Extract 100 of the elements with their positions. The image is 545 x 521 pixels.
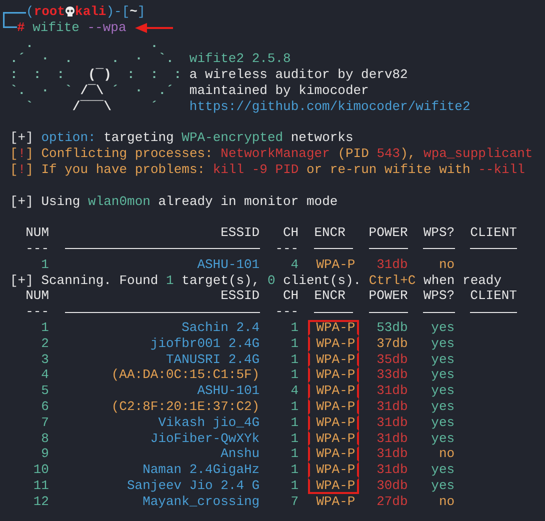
table-cell-text: 27db (376, 494, 408, 510)
log-text: ] Conflicting processes: (26, 146, 214, 162)
table-cell-text: (AA:DA:0C:15:C1:5F) (110, 367, 260, 384)
arrow-icon (135, 22, 174, 33)
ascii-art: ´ · .´ (111, 82, 174, 99)
column-header: ENCR (314, 225, 346, 241)
table-cell-text: yes (430, 383, 455, 399)
column-header: NUM (26, 225, 49, 241)
table-cell-text: Anshu (220, 446, 260, 462)
column-header: POWER (368, 288, 408, 304)
table-cell-text: WPA-P (315, 256, 356, 273)
table-cell-text: 1 (290, 336, 299, 352)
table-cell-text: yes (430, 320, 455, 336)
prompt-user: root (34, 4, 66, 20)
column-header: ESSID (220, 225, 260, 241)
table-cell-text: 31db (376, 398, 408, 415)
banner-text: maintained by kimocoder (189, 82, 369, 99)
ascii-art: ` (26, 98, 34, 115)
ascii-art: . (150, 36, 158, 52)
column-underline: --- (275, 304, 299, 320)
table-cell-text: WPA-P (315, 494, 356, 510)
ascii-art: .´ · . . · `. (10, 51, 174, 68)
table-cell: WPA-P (308, 398, 360, 415)
table-cell-text: 1 (290, 398, 299, 415)
ascii-art: /¯¯¯\ (72, 98, 112, 115)
table-cell-text: 53db (376, 320, 408, 336)
table-cell-text: TANUSRI 2.4G (164, 352, 260, 368)
column-header: CH (282, 225, 299, 241)
log-text: ! (18, 162, 26, 178)
log-text: when ready (422, 272, 502, 288)
log-text: ), (400, 146, 417, 162)
column-header: WPS? (423, 225, 455, 241)
table-cell: WPA-P (308, 367, 360, 384)
column-header: ENCR (314, 288, 346, 304)
log-text: [ (10, 162, 18, 178)
table-cell-text: 6 (40, 398, 49, 415)
table-cell-text: JioFiber-QwXYk (149, 430, 260, 446)
table-cell-text: 1 (290, 462, 299, 478)
table-cell-text: 31db (376, 462, 408, 478)
table-cell-text: 10 (32, 462, 49, 478)
ascii-art: : : : (10, 67, 65, 83)
log-text: client(s). (282, 272, 362, 288)
table-cell-text: 31db (376, 256, 408, 273)
column-header: CLIENT (470, 288, 517, 304)
table-cell-text: 4 (290, 256, 299, 273)
table-cell: WPA-P (308, 478, 360, 494)
table-cell: WPA-P (308, 352, 360, 368)
command-text: wifite (32, 20, 80, 36)
table-cell-text: yes (430, 336, 455, 352)
table-cell: WPA-P (308, 320, 360, 336)
table-cell-text: 7 (290, 494, 299, 510)
column-underline: --- (275, 240, 299, 257)
prompt-directory: ~ (130, 4, 138, 20)
log-text: --kill (478, 162, 525, 178)
table-cell-text: ASHU-101 (196, 256, 260, 273)
log-text: WPA-encrypted (182, 130, 284, 146)
column-header: ESSID (220, 288, 260, 304)
table-cell-text: 9 (40, 446, 49, 462)
column-header: NUM (26, 288, 49, 304)
table-cell-text: ASHU-101 (196, 383, 260, 399)
prompt-bracket: )-[ (106, 4, 130, 20)
table-cell-text: 33db (376, 367, 408, 384)
table-cell-text: 31db (376, 414, 408, 431)
table-cell-text: (C2:8F:20:1E:37:C2) (110, 398, 260, 415)
log-text: networks (290, 130, 354, 146)
banner-text: https://github.com/kimocoder/wifite2 (189, 98, 470, 115)
command-option: --wpa (87, 20, 126, 36)
ascii-art: `. · ` (10, 82, 72, 99)
table-cell-text: 1 (290, 367, 299, 384)
log-text: or re-run wifite with (305, 162, 472, 178)
table-cell-text: yes (430, 414, 455, 431)
table-cell-text: 30db (376, 478, 408, 494)
banner-text: a wireless auditor by derv82 (189, 67, 408, 83)
table-cell-text: 1 (290, 430, 299, 446)
table-cell-text: Sachin 2.4 (180, 320, 260, 336)
log-text: [+] Scanning. Found (10, 272, 160, 288)
table-cell-text: 35db (376, 352, 408, 368)
table-cell-text: no (438, 494, 455, 510)
table-cell-text: Sanjeev Jio 2.4 G (126, 478, 260, 494)
prompt-symbol: # (17, 20, 25, 36)
table-cell-text: 11 (32, 478, 49, 494)
column-header: CH (282, 288, 299, 304)
table-cell-text: no (438, 256, 455, 273)
table-cell-text: 12 (32, 494, 49, 510)
log-text: ! (18, 146, 26, 162)
table-cell: WPA-P (308, 383, 360, 399)
table-cell-text: 1 (290, 352, 299, 368)
table-cell-text: yes (430, 352, 455, 368)
table-cell-text: no (438, 446, 455, 462)
table-cell-text: Vikash jio_4G (157, 414, 260, 431)
ascii-art: : : : (127, 67, 182, 83)
log-text: wlan0mon (88, 194, 150, 210)
column-underline: --- (26, 304, 49, 320)
log-text: kill -9 PID (212, 162, 299, 178)
table-cell-text: yes (430, 430, 455, 446)
log-text: Ctrl+C (368, 272, 416, 288)
log-text: option: (40, 130, 96, 146)
banner-text: wifite2 2.5.8 (189, 51, 291, 68)
table-cell-text: 8 (40, 430, 49, 446)
prompt-paren: ( (26, 4, 34, 20)
